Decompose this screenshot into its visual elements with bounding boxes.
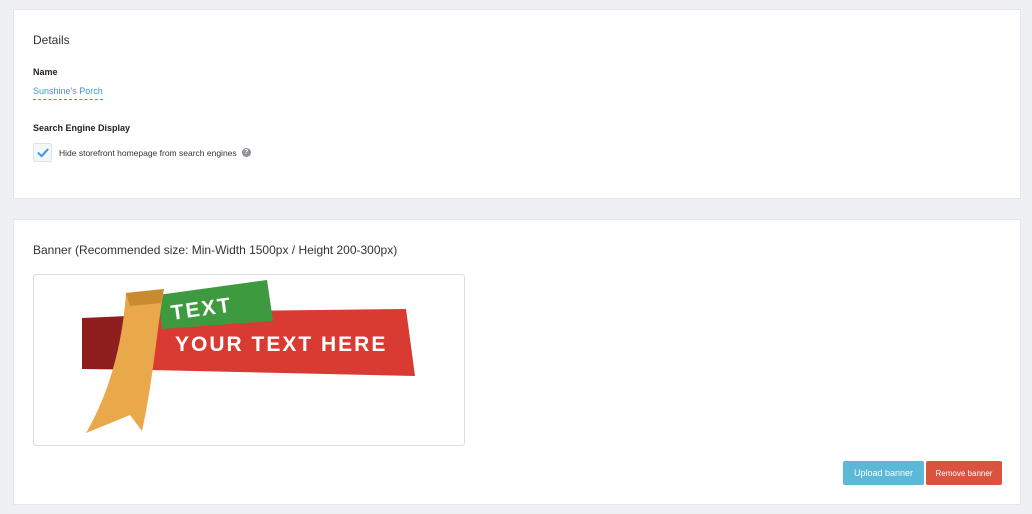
banner-large-text: YOUR TEXT HERE: [175, 333, 387, 356]
store-name-editable[interactable]: Sunshine's Porch: [33, 86, 103, 100]
details-title: Details: [33, 33, 70, 47]
details-card: Details Name Sunshine's Porch Search Eng…: [13, 9, 1021, 199]
hide-storefront-checkbox[interactable]: [33, 143, 52, 162]
banner-image-preview: TEXT YOUR TEXT HERE: [33, 274, 465, 446]
upload-banner-button[interactable]: Upload banner: [843, 461, 924, 485]
banner-image: TEXT YOUR TEXT HERE: [82, 280, 415, 433]
banner-title: Banner (Recommended size: Min-Width 1500…: [33, 243, 398, 257]
help-icon[interactable]: ?: [241, 148, 251, 157]
banner-card: Banner (Recommended size: Min-Width 1500…: [13, 219, 1021, 505]
search-engine-display-label: Search Engine Display: [33, 123, 131, 133]
hide-storefront-label: Hide storefront homepage from search eng…: [59, 147, 237, 158]
hide-storefront-row: Hide storefront homepage from search eng…: [33, 143, 251, 162]
name-label: Name: [33, 67, 58, 77]
checkmark-icon: [37, 148, 49, 157]
remove-banner-button[interactable]: Remove banner: [926, 461, 1002, 485]
